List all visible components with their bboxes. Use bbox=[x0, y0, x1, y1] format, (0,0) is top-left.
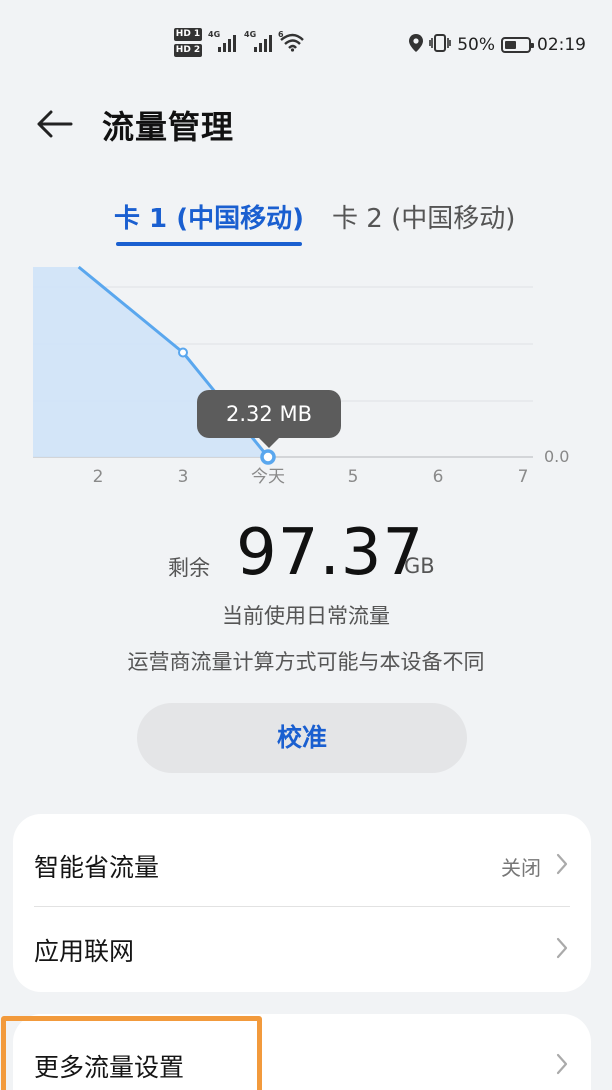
sim-badges: HD 1 HD 2 bbox=[174, 28, 202, 60]
usage-tooltip: 2.32 MB bbox=[197, 390, 341, 448]
x-tick-label: 5 bbox=[348, 467, 359, 487]
chevron-right-icon bbox=[555, 852, 569, 880]
remaining-value: 97.37 bbox=[236, 516, 425, 590]
settings-card-more: 更多流量设置 bbox=[13, 1014, 591, 1090]
tab-sim2[interactable]: 卡 2 (中国移动) bbox=[332, 198, 515, 235]
clock: 02:19 bbox=[537, 35, 586, 55]
active-tab-indicator bbox=[116, 242, 302, 246]
usage-point-current bbox=[260, 449, 276, 465]
more-data-settings-row[interactable]: 更多流量设置 bbox=[13, 1018, 591, 1090]
tab-sim1[interactable]: 卡 1 (中国移动) bbox=[114, 198, 304, 235]
signal-1-label: 4G bbox=[208, 30, 221, 39]
usage-point bbox=[178, 347, 188, 358]
back-button[interactable] bbox=[28, 100, 80, 148]
remaining-unit: GB bbox=[404, 554, 435, 578]
x-tick-label: 今天 bbox=[251, 467, 285, 487]
y-baseline-label: 0.0 bbox=[544, 447, 570, 466]
x-tick-label: 3 bbox=[178, 467, 189, 487]
plan-subtitle: 当前使用日常流量 bbox=[222, 604, 390, 628]
page-title: 流量管理 bbox=[102, 108, 235, 146]
smart-data-saver-row[interactable]: 智能省流量 关闭 bbox=[13, 818, 591, 907]
x-tick-label: 2 bbox=[93, 467, 104, 487]
more-data-settings-label: 更多流量设置 bbox=[34, 1053, 185, 1082]
x-tick-label: 6 bbox=[433, 467, 444, 487]
battery-icon bbox=[501, 37, 534, 53]
wifi-icon: 6 bbox=[278, 30, 304, 56]
header: 流量管理 bbox=[0, 92, 612, 158]
chevron-right-icon bbox=[555, 936, 569, 964]
calibrate-button[interactable]: 校准 bbox=[137, 703, 467, 773]
remaining-data: 剩余 97.37 GB bbox=[0, 514, 612, 594]
app-network-access-row[interactable]: 应用联网 bbox=[13, 902, 591, 990]
signal-2-label: 4G bbox=[244, 30, 257, 39]
app-network-access-label: 应用联网 bbox=[34, 937, 135, 966]
status-right: 50% 02:19 bbox=[409, 34, 586, 56]
usage-chart: 2 3 今天 5 6 7 2.32 MB 0.0 bbox=[0, 262, 612, 492]
vibrate-icon bbox=[429, 34, 452, 56]
location-icon bbox=[409, 34, 424, 56]
smart-data-saver-value: 关闭 bbox=[501, 856, 541, 880]
sim1-badge: HD 1 bbox=[174, 28, 202, 41]
smart-data-saver-label: 智能省流量 bbox=[34, 853, 160, 882]
remaining-label: 剩余 bbox=[168, 556, 210, 580]
sim2-badge: HD 2 bbox=[174, 44, 202, 57]
carrier-note: 运营商流量计算方式可能与本设备不同 bbox=[127, 650, 485, 674]
usage-chart-svg: 2 3 今天 5 6 7 bbox=[33, 265, 533, 487]
settings-card-primary: 智能省流量 关闭 应用联网 bbox=[13, 814, 591, 992]
x-tick-label: 7 bbox=[518, 467, 529, 487]
chevron-right-icon bbox=[555, 1052, 569, 1080]
back-arrow-icon bbox=[37, 110, 73, 138]
sim-tabs: 卡 1 (中国移动) 卡 2 (中国移动) bbox=[0, 198, 612, 254]
status-bar: HD 1 HD 2 4G 4G 6 50% 02:19 bbox=[0, 0, 612, 90]
battery-percent: 50% bbox=[457, 35, 495, 55]
